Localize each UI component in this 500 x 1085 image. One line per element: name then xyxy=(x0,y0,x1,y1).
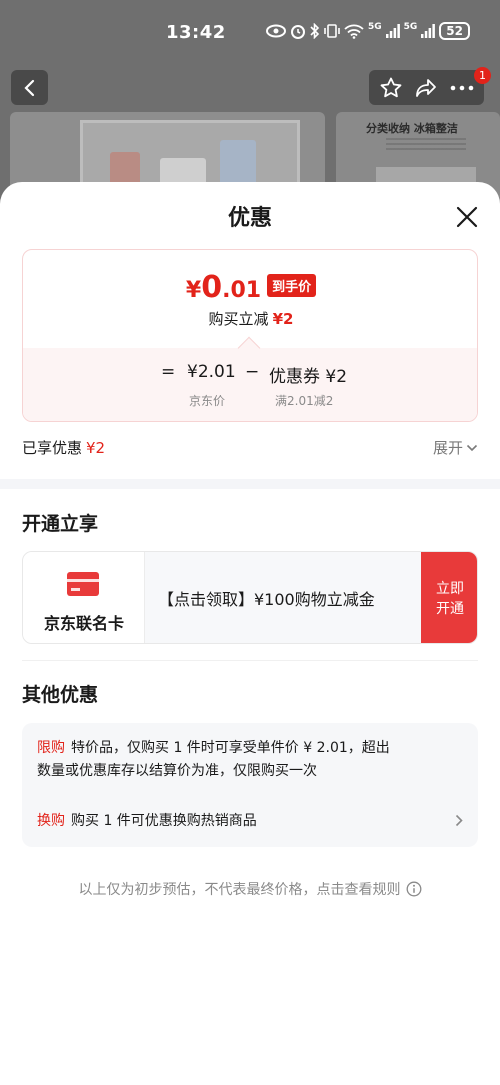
photo-subtext-graphic xyxy=(386,138,466,152)
promo-text-continued: 数量或优惠库存以结算价为准，仅限购买一次 xyxy=(37,763,317,779)
instant-discount-label: 购买立减 xyxy=(208,310,269,328)
formula-minus: − xyxy=(245,362,260,382)
info-icon xyxy=(406,881,421,897)
co-brand-card-offer[interactable]: 京东联名卡 【点击领取】¥100购物立减金 立即开通 xyxy=(22,551,478,644)
share-icon[interactable] xyxy=(414,77,438,99)
open-card-button[interactable]: 立即 开通 xyxy=(421,552,477,643)
bluetooth-icon xyxy=(310,23,320,39)
status-bar: 13:42 5G 5G 52 xyxy=(0,0,500,66)
price-integer: 0 xyxy=(201,270,223,305)
final-price: ¥ 0 .01 到手价 xyxy=(23,270,477,305)
signal-icon xyxy=(385,24,400,38)
jd-price-label: 京东价 xyxy=(189,394,226,408)
rules-note-text: 以上仅为初步预估，不代表最终价格，点击查看规则 xyxy=(78,882,401,898)
other-promotions: 限购 特价品，仅购买 1 件时可享受单件价 ¥ 2.01，超出 数量或优惠库存以结… xyxy=(22,723,478,847)
expand-label: 展开 xyxy=(432,439,463,457)
coupon-condition: 满2.01减2 xyxy=(275,394,334,408)
enjoyed-discount-row: 已享优惠 ¥2 展开 xyxy=(22,437,478,458)
price-decimal: .01 xyxy=(222,278,262,303)
nav-actions xyxy=(369,70,484,105)
credit-card-icon xyxy=(67,572,99,596)
jd-price: ¥2.01 xyxy=(187,362,236,382)
card-offer-text: 【点击领取】¥100购物立减金 xyxy=(158,590,375,609)
instant-discount-amount: ¥2 xyxy=(272,310,294,328)
promo-tag: 换购 xyxy=(37,813,65,829)
enjoyed-amount: ¥2 xyxy=(86,439,106,457)
open-card-button-line2: 开通 xyxy=(436,600,464,617)
eye-icon xyxy=(265,24,286,38)
chevron-right-icon[interactable] xyxy=(455,814,463,827)
signal-label-2: 5G xyxy=(403,22,418,32)
more-icon[interactable] xyxy=(450,84,474,92)
photo-caption: 分类收纳 冰箱整洁 xyxy=(366,122,458,135)
price-currency: ¥ xyxy=(185,278,202,303)
shelf-graphic xyxy=(376,167,476,183)
price-summary: ¥ 0 .01 到手价 购买立减 ¥2 xyxy=(23,250,477,348)
discount-sheet: 优惠 ¥ 0 .01 到手价 购买立减 ¥2 = ¥2.01 − 优惠券 ¥2 京… xyxy=(0,182,500,1085)
promo-tag: 限购 xyxy=(37,740,65,756)
close-icon xyxy=(456,206,478,228)
promo-text: 购买 1 件可优惠换购热销商品 xyxy=(71,813,257,829)
signal-icon xyxy=(421,24,436,38)
status-icons: 5G 5G 52 xyxy=(265,22,470,40)
expand-button[interactable]: 展开 xyxy=(433,437,478,458)
promo-item-limit: 限购 特价品，仅购买 1 件时可享受单件价 ¥ 2.01，超出 数量或优惠库存以结… xyxy=(37,737,390,783)
signal-label-1: 5G xyxy=(367,22,382,32)
back-button[interactable] xyxy=(11,70,48,105)
open-card-button-line1: 立即 xyxy=(436,580,464,597)
open-section-title: 开通立享 xyxy=(22,513,99,535)
card-name: 京东联名卡 xyxy=(43,614,124,633)
formula-equals: = xyxy=(161,362,176,382)
thin-divider xyxy=(22,660,478,661)
close-button[interactable] xyxy=(452,202,482,232)
other-section-title: 其他优惠 xyxy=(22,684,99,706)
alarm-icon xyxy=(290,25,305,39)
instant-discount: 购买立减 ¥2 xyxy=(23,308,477,329)
final-price-tag: 到手价 xyxy=(267,274,317,297)
vibrate-icon xyxy=(324,24,340,38)
rules-note[interactable]: 以上仅为初步预估，不代表最终价格，点击查看规则 xyxy=(0,879,500,899)
sheet-title: 优惠 xyxy=(227,206,272,231)
section-divider xyxy=(0,479,500,489)
coupon-amount: 优惠券 ¥2 xyxy=(269,367,348,387)
price-breakdown-card: ¥ 0 .01 到手价 购买立减 ¥2 = ¥2.01 − 优惠券 ¥2 京东价 … xyxy=(22,249,478,422)
promo-text: 特价品，仅购买 1 件时可享受单件价 ¥ 2.01，超出 xyxy=(71,740,390,756)
card-brand: 京东联名卡 xyxy=(23,552,145,643)
star-icon[interactable] xyxy=(379,76,403,100)
status-time: 13:42 xyxy=(166,22,226,43)
promo-item-exchange[interactable]: 换购 购买 1 件可优惠换购热销商品 xyxy=(37,810,463,833)
wifi-icon xyxy=(344,24,364,39)
price-formula: = ¥2.01 − 优惠券 ¥2 京东价 满2.01减2 xyxy=(23,348,477,421)
chevron-down-icon xyxy=(466,444,478,451)
cart-badge: 1 xyxy=(474,67,491,84)
battery-indicator: 52 xyxy=(439,22,470,40)
back-arrow-icon xyxy=(23,79,34,96)
enjoyed-label: 已享优惠 xyxy=(22,439,83,457)
